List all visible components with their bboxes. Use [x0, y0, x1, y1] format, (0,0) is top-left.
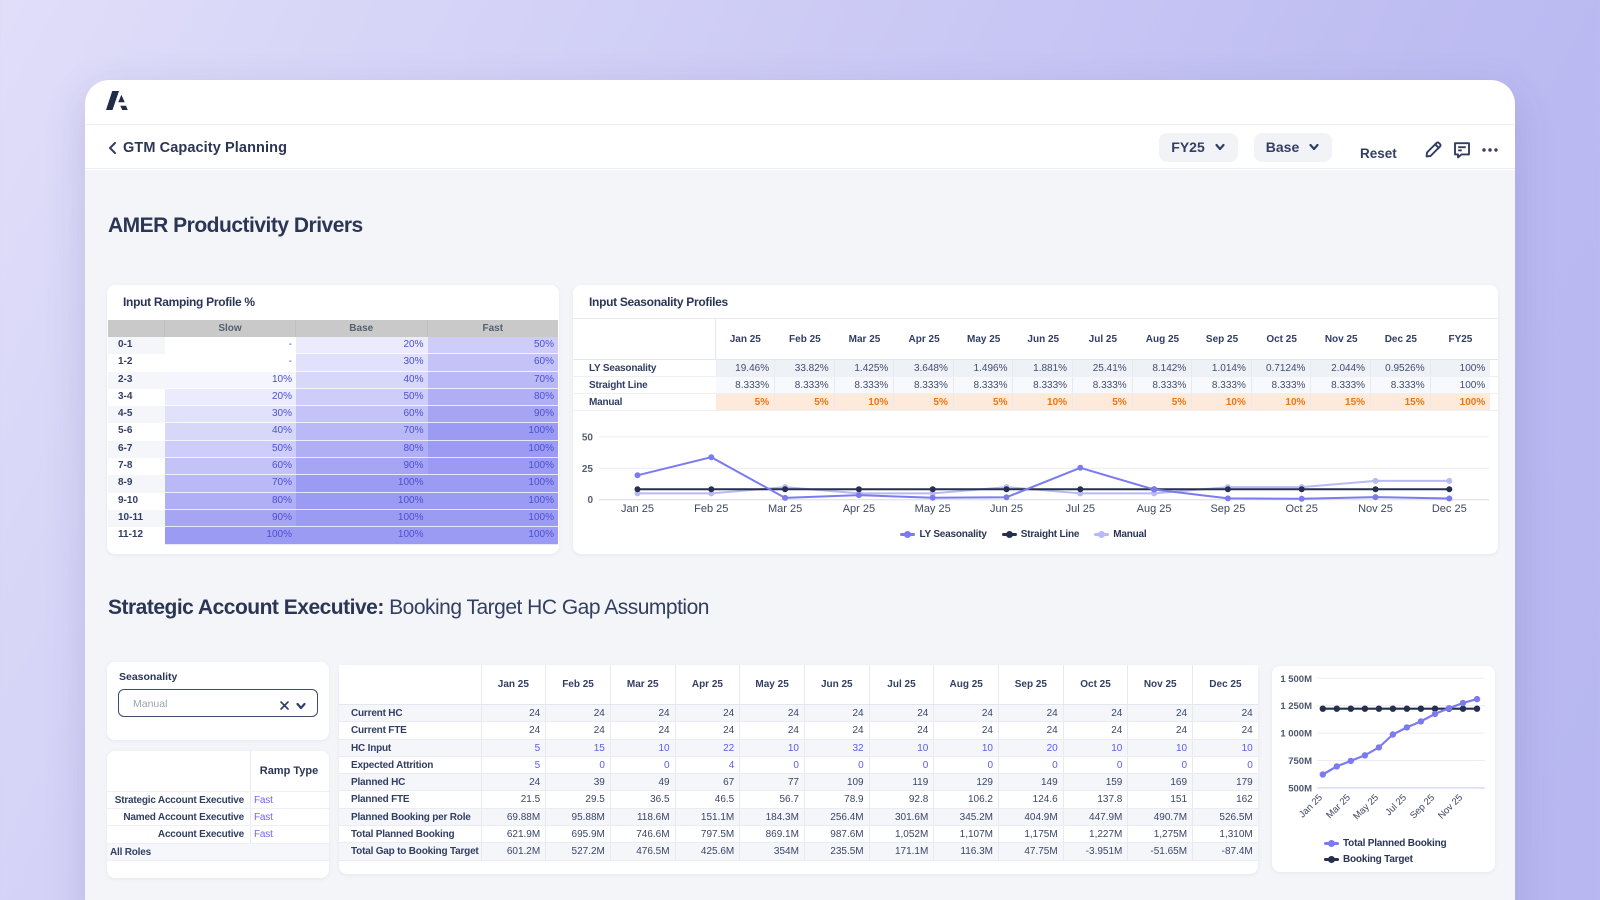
svg-text:Jul 25: Jul 25: [1066, 503, 1095, 515]
svg-text:Oct 25: Oct 25: [1285, 503, 1317, 515]
svg-text:750M: 750M: [1288, 756, 1312, 767]
svg-text:Sep 25: Sep 25: [1210, 503, 1245, 515]
svg-text:Nov 25: Nov 25: [1358, 503, 1393, 515]
svg-text:50: 50: [582, 432, 594, 443]
svg-text:1 250M: 1 250M: [1280, 701, 1312, 712]
svg-text:500M: 500M: [1288, 783, 1312, 794]
svg-text:Dec 25: Dec 25: [1432, 503, 1467, 515]
svg-text:Jun 25: Jun 25: [990, 503, 1023, 515]
svg-text:May 25: May 25: [915, 503, 951, 515]
svg-text:1 500M: 1 500M: [1280, 674, 1312, 685]
svg-text:1 000M: 1 000M: [1280, 729, 1312, 740]
svg-text:Jul 25: Jul 25: [1383, 792, 1409, 818]
svg-text:0: 0: [587, 495, 593, 506]
svg-text:Mar 25: Mar 25: [768, 503, 802, 515]
svg-text:Jan 25: Jan 25: [1297, 792, 1325, 820]
svg-text:Jan 25: Jan 25: [621, 503, 654, 515]
svg-text:Mar 25: Mar 25: [1324, 792, 1353, 821]
svg-text:Sep 25: Sep 25: [1408, 792, 1437, 821]
svg-text:Nov 25: Nov 25: [1436, 792, 1465, 821]
svg-text:Apr 25: Apr 25: [843, 503, 875, 515]
svg-text:May 25: May 25: [1351, 792, 1381, 822]
svg-text:Aug 25: Aug 25: [1137, 503, 1172, 515]
svg-text:25: 25: [582, 464, 594, 475]
svg-text:Feb 25: Feb 25: [694, 503, 728, 515]
